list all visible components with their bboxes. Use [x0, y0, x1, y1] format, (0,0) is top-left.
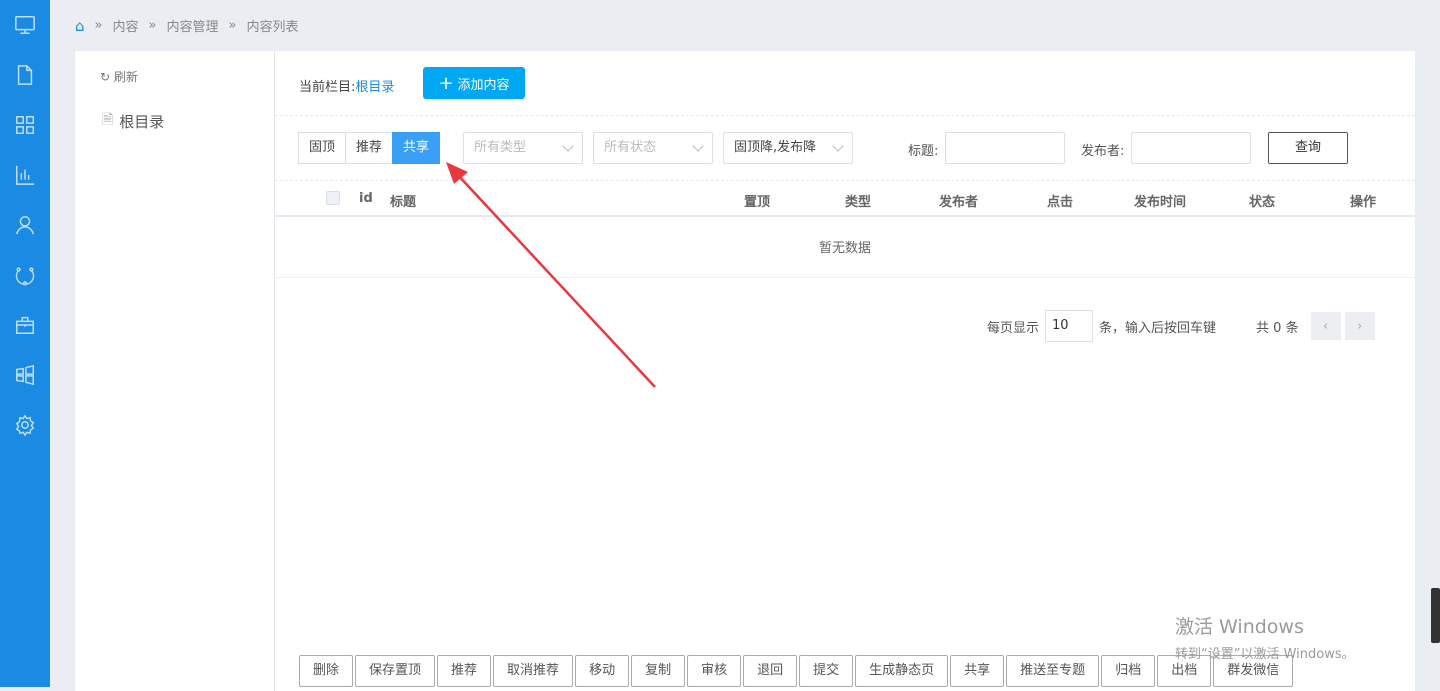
publisher-input[interactable] [1131, 132, 1251, 164]
archive-button[interactable]: 归档 [1101, 655, 1156, 687]
bulk-actions: 删除 保存置顶 推荐 取消推荐 移动 复制 审核 退回 提交 生成静态页 共享 … [299, 655, 1294, 687]
move-button[interactable]: 移动 [575, 655, 630, 687]
refresh-icon: ↻ [100, 70, 111, 84]
next-page-button[interactable]: › [1344, 312, 1375, 340]
recommend-button[interactable]: 推荐 [437, 655, 492, 687]
column-header: id [359, 191, 373, 206]
windows-activation-watermark: 激活 Windows 转到“设置”以激活 Windows。 [1175, 616, 1355, 662]
column-header: 操作 [1350, 195, 1377, 210]
title-input[interactable] [945, 132, 1065, 164]
tree-node-root[interactable]: 🗎 根目录 [102, 109, 164, 133]
review-button[interactable]: 审核 [687, 655, 742, 687]
total-count: 共 0 条 [1256, 320, 1299, 336]
breadcrumb-item[interactable]: 内容管理 [166, 16, 218, 35]
segment-shared[interactable]: 共享 [392, 132, 441, 164]
type-select[interactable]: 所有类型 [463, 132, 583, 164]
column-header: 点击 [1047, 195, 1074, 210]
prev-page-button[interactable]: ‹ [1310, 312, 1341, 340]
chevron-down-icon [832, 140, 844, 152]
current-column: 当前栏目:根目录 [299, 80, 395, 95]
user-icon[interactable] [13, 213, 37, 237]
settings-icon[interactable] [13, 413, 37, 437]
delete-button[interactable]: 删除 [299, 655, 354, 687]
grid-icon[interactable] [13, 113, 37, 137]
add-content-button[interactable]: + 添加内容 [423, 67, 525, 99]
windows-icon[interactable] [13, 363, 37, 387]
chart-icon[interactable] [13, 163, 37, 187]
breadcrumb: ⌂ » 内容 » 内容管理 » 内容列表 [75, 16, 299, 36]
content-card: ↻ 刷新 🗎 根目录 当前栏目:根目录 + 添加内容 固顶 推荐 共享 所有类型 所… [75, 51, 1415, 691]
title-label: 标题: [908, 144, 939, 159]
copy-button[interactable]: 复制 [631, 655, 686, 687]
sort-select[interactable]: 固顶降,发布降 [723, 132, 853, 164]
category-tree: ↻ 刷新 🗎 根目录 [75, 51, 275, 691]
document-icon[interactable] [13, 63, 37, 87]
filter-segments: 固顶 推荐 共享 [298, 132, 441, 164]
column-header: 发布者 [939, 195, 979, 210]
pagination: 每页显示 10 条，输入后按回车键 共 0 条 ‹ › [987, 310, 1375, 342]
scrollbar[interactable] [1431, 588, 1440, 643]
column-header: 置顶 [744, 195, 771, 210]
status-select[interactable]: 所有状态 [593, 132, 713, 164]
save-pin-button[interactable]: 保存置顶 [355, 655, 436, 687]
chevron-down-icon [562, 140, 574, 152]
column-header: 发布时间 [1134, 195, 1187, 210]
page-size-input[interactable]: 10 [1045, 310, 1094, 342]
publisher-label: 发布者: [1081, 144, 1125, 159]
column-header: 类型 [845, 195, 872, 210]
select-all-checkbox[interactable] [326, 191, 340, 205]
monitor-icon[interactable] [13, 13, 37, 37]
sidebar [0, 0, 50, 687]
sync-icon[interactable] [13, 263, 37, 287]
query-button[interactable]: 查询 [1268, 132, 1348, 164]
cancel-recommend-button[interactable]: 取消推荐 [493, 655, 574, 687]
column-header: 状态 [1249, 195, 1276, 210]
home-icon[interactable]: ⌂ [75, 17, 85, 35]
breadcrumb-item: 内容列表 [246, 20, 299, 35]
file-icon: 🗎 [102, 112, 114, 128]
toolbox-icon[interactable] [13, 313, 37, 337]
table-header: id 标题 置顶 类型 发布者 点击 发布时间 状态 操作 [275, 181, 1415, 217]
plus-icon: + [438, 72, 454, 94]
main-panel: 当前栏目:根目录 + 添加内容 固顶 推荐 共享 所有类型 所有状态 固顶降,发布… [275, 51, 1415, 691]
return-button[interactable]: 退回 [743, 655, 798, 687]
empty-message: 暂无数据 [275, 217, 1415, 278]
column-header: 标题 [390, 195, 417, 210]
segment-recommended[interactable]: 推荐 [345, 132, 394, 164]
refresh-button[interactable]: ↻ 刷新 [100, 68, 138, 85]
breadcrumb-item[interactable]: 内容 [113, 16, 139, 35]
segment-pinned[interactable]: 固顶 [298, 132, 347, 164]
share-button[interactable]: 共享 [950, 655, 1005, 687]
generate-static-button[interactable]: 生成静态页 [855, 655, 949, 687]
submit-button[interactable]: 提交 [799, 655, 854, 687]
chevron-down-icon [692, 140, 704, 152]
push-topic-button[interactable]: 推送至专题 [1006, 655, 1100, 687]
divider [275, 115, 1415, 116]
